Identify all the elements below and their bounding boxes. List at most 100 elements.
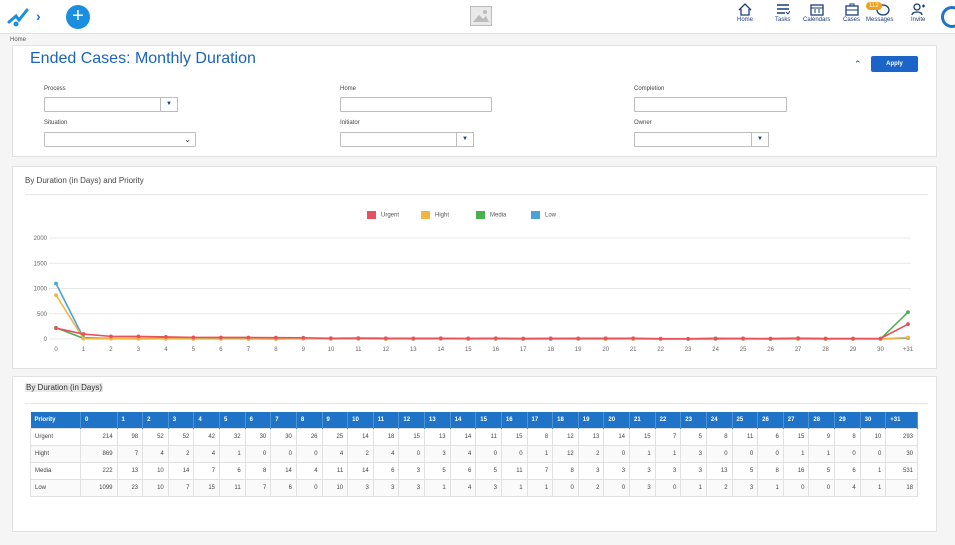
nav-home[interactable]: Home [737,3,753,23]
home-input[interactable] [340,97,492,112]
series-line-hight [55,294,909,340]
x-tick-label: 30 [877,347,884,353]
column-header[interactable]: 28 [808,412,836,428]
initiator-dropdown-button[interactable]: ▼ [456,132,474,147]
column-header[interactable]: 20 [603,412,631,428]
value-cell: 6 [219,461,246,480]
process-input[interactable]: ▼ [44,97,178,112]
value-cell: 14 [347,461,374,480]
data-point-urgent [906,322,910,327]
column-header[interactable]: 16 [501,412,528,428]
page-title: Ended Cases: Monthly Duration [30,50,256,67]
breadcrumb[interactable]: Home [10,37,26,43]
column-header[interactable]: 29 [834,412,861,428]
column-header[interactable]: 25 [732,412,759,428]
column-header[interactable]: 9 [322,412,349,428]
app-logo-icon[interactable] [6,6,30,28]
x-tick-label: 22 [657,347,664,353]
value-cell: 1099 [80,478,118,497]
value-cell: 3 [398,461,426,480]
value-cell: 12 [552,444,579,463]
initiator-input[interactable]: ▼ [340,132,474,147]
chart-panel: By Duration (in Days) and Priority Urgen… [12,166,937,369]
value-cell: 3 [398,478,426,497]
data-point-hight [906,335,910,340]
value-cell: 1 [757,478,784,497]
image-placeholder-icon [470,6,492,26]
value-cell: 1 [680,478,707,497]
user-avatar[interactable] [941,6,955,28]
x-tick-label: 12 [382,347,389,353]
column-header[interactable]: 0 [80,412,118,428]
table-row: Low 1099 23 10 7 15 11 7 6 0 10 3 3 3 1 4 3 1 1 0 2 0 3 0 1 2 3 1 0 0… [30,478,918,497]
value-cell: 0 [244,444,272,463]
column-header-priority[interactable]: Priority [30,412,81,428]
y-tick-label: 2000 [34,236,48,242]
nav-calendars[interactable]: Calendars [803,3,830,23]
x-tick-label: 4 [164,347,168,353]
column-header[interactable]: 18 [552,412,579,428]
column-header[interactable]: 3 [168,412,195,428]
column-header[interactable]: +31 [885,412,918,428]
x-tick-label: 14 [437,347,444,353]
value-cell: 0 [295,478,323,497]
column-header[interactable]: 14 [450,412,477,428]
value-cell: 5 [680,427,707,446]
column-header[interactable]: 2 [142,412,169,428]
value-cell: 7 [193,461,221,480]
nav-cases[interactable]: Cases [843,3,860,23]
value-cell: 8 [757,461,784,480]
value-cell: 0 [475,444,502,463]
owner-dropdown-button[interactable]: ▼ [751,132,769,147]
collapse-chevron-icon[interactable]: ⌃ [854,59,862,70]
column-header[interactable]: 27 [783,412,810,428]
column-header[interactable]: 10 [347,412,374,428]
nav-tasks-label: Tasks [775,17,791,23]
column-header[interactable]: 8 [296,412,323,428]
nav-tasks[interactable]: Tasks [775,3,790,23]
column-header[interactable]: 30 [860,412,887,428]
value-cell: 0 [500,444,528,463]
column-header[interactable]: 24 [706,412,733,428]
column-header[interactable]: 12 [398,412,426,428]
column-header[interactable]: 26 [757,412,784,428]
data-point-urgent [796,336,800,341]
column-header[interactable]: 23 [680,412,707,428]
value-cell: 5 [731,461,759,480]
data-point-hight [81,336,86,341]
owner-input[interactable]: ▼ [634,132,769,147]
column-header[interactable]: 4 [193,412,221,428]
add-new-button[interactable]: + [66,5,90,29]
x-tick-label: 25 [740,347,747,353]
data-point-urgent [741,336,745,341]
column-header[interactable]: 1 [117,412,144,428]
x-tick-label: 3 [137,347,141,353]
data-point-urgent [713,336,718,341]
apply-button[interactable]: Apply [871,56,918,72]
column-header[interactable]: 13 [424,412,451,428]
completion-input[interactable] [634,97,787,112]
data-point-urgent [631,336,636,341]
expand-menu-chevron-icon[interactable]: › [36,8,41,24]
column-header[interactable]: 7 [270,412,297,428]
column-header[interactable]: 6 [245,412,272,428]
value-cell: 12 [552,427,579,446]
nav-invite[interactable]: Invite [911,3,925,23]
value-cell: 10 [859,427,887,446]
column-header[interactable]: 11 [373,412,400,428]
value-cell: 18 [372,427,400,446]
table-body: Urgent 214 98 52 52 42 32 30 30 26 25 14 18 15 13 14 11 1… [30,427,918,497]
column-header[interactable]: 22 [655,412,682,428]
situation-select[interactable]: ⌄ [44,132,196,147]
column-header[interactable]: 21 [629,412,656,428]
process-dropdown-button[interactable]: ▼ [160,97,178,112]
value-cell: 2 [347,444,374,463]
x-tick-label: 28 [822,347,829,353]
value-cell: 293 [885,427,918,446]
x-tick-label: 16 [492,347,499,353]
table-row: Hight 869 7 4 2 4 1 0 0 0 4 2 4 0 3 4 0 0 1 12 2 0 1 1 3 0 0 0 1 1 0 0 3… [30,444,918,463]
column-header[interactable]: 19 [578,412,605,428]
column-header[interactable]: 17 [527,412,554,428]
column-header[interactable]: 5 [219,412,246,428]
column-header[interactable]: 15 [475,412,502,428]
